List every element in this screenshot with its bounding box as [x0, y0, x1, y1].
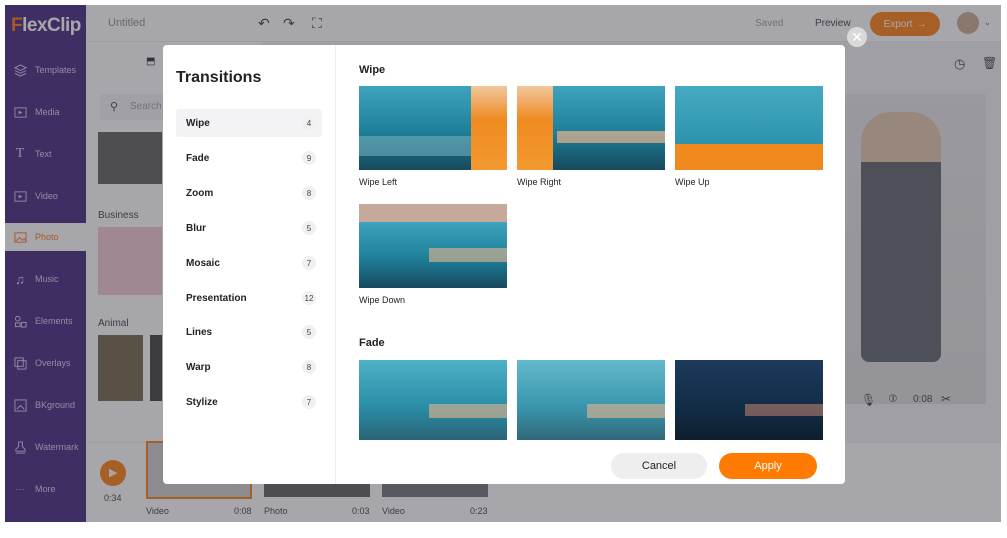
transition-card[interactable]: Wipe Right: [517, 86, 665, 187]
category-lines[interactable]: Lines 5: [176, 318, 322, 346]
category-mosaic[interactable]: Mosaic 7: [176, 249, 322, 277]
category-count: 8: [302, 360, 316, 374]
transition-label: Wipe Down: [359, 295, 406, 305]
transition-label: Wipe Right: [517, 177, 562, 187]
apply-button[interactable]: Apply: [719, 453, 817, 479]
category-label: Lines: [186, 326, 213, 338]
category-wipe[interactable]: Wipe 4: [176, 109, 322, 137]
transition-thumbnail: [675, 360, 823, 440]
category-presentation[interactable]: Presentation 12: [176, 284, 322, 312]
transition-card[interactable]: Wipe Down: [359, 204, 507, 305]
category-zoom[interactable]: Zoom 8: [176, 179, 322, 207]
category-label: Warp: [186, 361, 211, 373]
transition-thumbnail: [675, 86, 823, 170]
category-label: Mosaic: [186, 257, 220, 269]
category-count: 5: [302, 325, 316, 339]
transition-card[interactable]: [359, 360, 507, 440]
category-label: Zoom: [186, 187, 214, 199]
category-label: Wipe: [186, 117, 210, 129]
app-window: FlexClip Templates Media T Text Video Pho…: [5, 5, 1001, 522]
category-count: 4: [302, 116, 316, 130]
transition-thumbnail: [359, 86, 507, 170]
category-label: Presentation: [186, 292, 247, 304]
modal-footer: Cancel Apply: [337, 440, 845, 484]
category-warp[interactable]: Warp 8: [176, 353, 322, 381]
category-count: 7: [302, 395, 316, 409]
category-label: Fade: [186, 152, 210, 164]
transition-card[interactable]: [675, 360, 823, 440]
section-title-fade: Fade: [359, 337, 385, 349]
close-icon[interactable]: ✕: [847, 27, 867, 47]
transition-thumbnail: [359, 360, 507, 440]
transitions-modal: Transitions Wipe 4 Fade 9 Zoom 8 Blur 5 Mosa…: [163, 45, 845, 484]
category-count: 12: [302, 291, 316, 305]
transition-thumbnail: [517, 360, 665, 440]
transition-card[interactable]: Wipe Left: [359, 86, 507, 187]
transition-label: Wipe Up: [675, 177, 710, 187]
category-blur[interactable]: Blur 5: [176, 214, 322, 242]
transition-thumbnail: [517, 86, 665, 170]
section-title-wipe: Wipe: [359, 64, 386, 76]
category-label: Blur: [186, 222, 206, 234]
transition-label: Wipe Left: [359, 177, 398, 187]
transition-thumbnail: [359, 204, 507, 288]
modal-title: Transitions: [176, 69, 262, 86]
category-count: 8: [302, 186, 316, 200]
transition-card[interactable]: [517, 360, 665, 440]
category-count: 5: [302, 221, 316, 235]
category-label: Stylize: [186, 396, 218, 408]
transition-card[interactable]: Wipe Up: [675, 86, 823, 187]
cancel-button[interactable]: Cancel: [611, 453, 707, 479]
category-count: 7: [302, 256, 316, 270]
transition-grid: Wipe Wipe Left Wipe Right Wipe Up Wipe D…: [337, 45, 845, 440]
category-fade[interactable]: Fade 9: [176, 144, 322, 172]
category-stylize[interactable]: Stylize 7: [176, 388, 322, 416]
category-count: 9: [302, 151, 316, 165]
category-list: Transitions Wipe 4 Fade 9 Zoom 8 Blur 5 Mosa…: [163, 45, 336, 484]
